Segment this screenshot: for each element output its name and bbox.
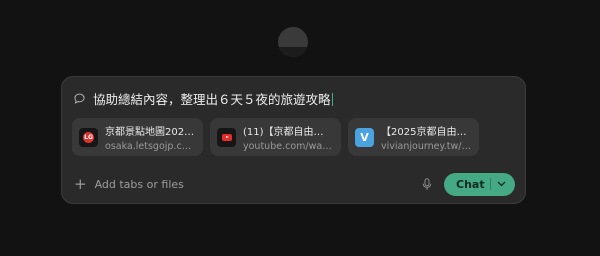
add-tabs-label: Add tabs or files: [94, 177, 184, 191]
tab-title: 京都景點地圖2025...: [105, 126, 195, 138]
composer-toolbar: + Add tabs or files Chat: [74, 172, 515, 196]
attached-tabs: LG 京都景點地圖2025... osaka.letsgojp.com... (…: [72, 118, 479, 156]
youtube-icon: [217, 127, 236, 147]
chat-button-divider: [490, 178, 492, 190]
tab-title: 【2025京都自由行】...: [381, 126, 471, 138]
add-tabs-button[interactable]: + Add tabs or files: [74, 174, 184, 193]
chat-bubble-icon: [74, 93, 85, 104]
prompt-row[interactable]: 協助總結內容，整理出６天５夜的旅遊攻略: [74, 89, 513, 107]
microphone-icon[interactable]: [422, 177, 432, 191]
vivianjourney-icon: V: [355, 127, 374, 147]
attached-tab-1[interactable]: LG 京都景點地圖2025... osaka.letsgojp.com...: [72, 118, 203, 156]
tab-url: youtube.com/watch...: [243, 140, 333, 152]
text-caret: [331, 92, 333, 106]
plus-icon: +: [74, 174, 87, 193]
chat-button[interactable]: Chat: [444, 172, 515, 196]
chevron-down-icon[interactable]: [497, 181, 506, 187]
chat-composer: 協助總結內容，整理出６天５夜的旅遊攻略 LG 京都景點地圖2025... osa…: [61, 76, 526, 204]
prompt-input[interactable]: 協助總結內容，整理出６天５夜的旅遊攻略: [93, 89, 333, 108]
letsgojp-icon: LG: [79, 127, 98, 147]
tab-title: (11)【京都自由行】...: [243, 126, 333, 138]
chat-button-label: Chat: [456, 177, 485, 191]
tab-url: osaka.letsgojp.com...: [105, 140, 195, 152]
attached-tab-2[interactable]: (11)【京都自由行】... youtube.com/watch...: [210, 118, 341, 156]
tab-url: vivianjourney.tw/ky...: [381, 140, 471, 152]
attached-tab-3[interactable]: V 【2025京都自由行】... vivianjourney.tw/ky...: [348, 118, 479, 156]
app-logo: [278, 27, 308, 57]
